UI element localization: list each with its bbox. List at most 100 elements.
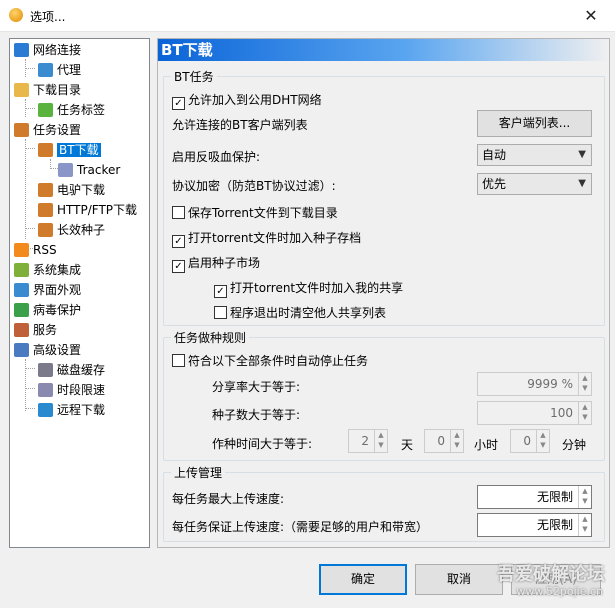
tree-item-label: 任务设置 bbox=[33, 123, 82, 137]
minutes-unit: 分钟 bbox=[562, 438, 587, 452]
tree-item[interactable]: 界面外观 bbox=[14, 281, 81, 299]
tree-item[interactable]: 病毒保护 bbox=[14, 301, 81, 319]
spinner-arrows[interactable]: ▲ ▼ bbox=[578, 514, 591, 536]
tree-item[interactable]: 长效种子 bbox=[38, 221, 105, 239]
tree-item[interactable]: 远程下载 bbox=[38, 401, 105, 419]
disk-icon bbox=[38, 363, 53, 377]
upload-group-title: 上传管理 bbox=[171, 464, 226, 481]
allow-dht-checkbox[interactable]: ✓ 允许加入到公用DHT网络 bbox=[172, 92, 322, 110]
clear-share-checkbox[interactable]: 程序退出时清空他人共享列表 bbox=[214, 305, 386, 321]
tree-connector-line bbox=[25, 108, 35, 109]
tree-item-label: 时段限速 bbox=[57, 383, 106, 397]
checkbox-checked[interactable]: ✓ bbox=[172, 97, 185, 110]
anti-leech-label: 启用反吸血保护: bbox=[172, 150, 261, 164]
ok-button[interactable]: 确定 bbox=[319, 564, 407, 595]
options-tree[interactable]: 网络连接代理下载目录任务标签任务设置 BT下载 Tracker 电驴下载 HTTP/FT… bbox=[9, 38, 150, 548]
tree-item[interactable]: 代理 bbox=[38, 61, 81, 79]
seed-market-checkbox[interactable]: ✓ 启用种子市场 bbox=[172, 255, 260, 273]
cube-icon bbox=[58, 163, 73, 177]
watermark-url: www.52pojie.cn bbox=[516, 585, 603, 598]
users-icon bbox=[14, 323, 29, 337]
tree-item-label: 高级设置 bbox=[33, 343, 82, 357]
encryption-select[interactable]: 优先 ▼ bbox=[477, 173, 592, 195]
days-unit: 天 bbox=[401, 438, 414, 452]
tree-item[interactable]: Tracker bbox=[58, 161, 120, 179]
tree-connector-line bbox=[25, 368, 35, 369]
checkbox-checked[interactable]: ✓ bbox=[214, 285, 227, 298]
checkbox-unchecked[interactable] bbox=[172, 206, 185, 219]
tree-item-label: BT下载 bbox=[57, 143, 101, 157]
auto-stop-checkbox[interactable]: 符合以下全部条件时自动停止任务 bbox=[172, 353, 368, 369]
clipboard-icon bbox=[38, 183, 53, 197]
checkbox-checked[interactable]: ✓ bbox=[172, 260, 185, 273]
anti-leech-select[interactable]: 自动 ▼ bbox=[477, 144, 592, 166]
guarantee-upload-label: 每任务保证上传速度:（需要足够的用户和带宽） bbox=[172, 520, 429, 534]
tree-item-label: 电驴下载 bbox=[57, 183, 106, 197]
watermark-text: 吾爱破解论坛 bbox=[497, 564, 605, 585]
tree-item[interactable]: RSS bbox=[14, 241, 57, 259]
save-torrent-checkbox[interactable]: 保存Torrent文件到下载目录 bbox=[172, 205, 338, 221]
minutes-input[interactable]: 0 ▲ ▼ bbox=[510, 429, 550, 453]
spinner-arrows[interactable]: ▲ ▼ bbox=[578, 373, 591, 395]
tree-item-label: 网络连接 bbox=[33, 43, 82, 57]
guarantee-upload-input[interactable]: 无限制 ▲ ▼ bbox=[477, 513, 592, 537]
spinner-arrows[interactable]: ▲ ▼ bbox=[374, 430, 387, 452]
tree-item[interactable]: 磁盘缓存 bbox=[38, 361, 105, 379]
tree-item[interactable]: 下载目录 bbox=[14, 81, 81, 99]
tree-item[interactable]: 时段限速 bbox=[38, 381, 105, 399]
tree-item-label: HTTP/FTP下载 bbox=[57, 203, 138, 217]
hours-input[interactable]: 0 ▲ ▼ bbox=[424, 429, 464, 453]
tree-item[interactable]: HTTP/FTP下载 bbox=[38, 201, 137, 219]
tree-item-label: Tracker bbox=[77, 163, 121, 177]
cancel-button[interactable]: 取消 bbox=[415, 564, 503, 595]
advanced-icon bbox=[14, 343, 29, 357]
tree-connector-line bbox=[25, 408, 35, 409]
title-bar: 选项... ✕ bbox=[0, 0, 615, 32]
add-archive-checkbox[interactable]: ✓ 打开torrent文件时加入种子存档 bbox=[172, 230, 361, 248]
client-list-button[interactable]: 客户端列表... bbox=[477, 110, 592, 137]
tree-item[interactable]: 服务 bbox=[14, 321, 57, 339]
checkbox-checked[interactable]: ✓ bbox=[172, 235, 185, 248]
tree-item-label: 磁盘缓存 bbox=[57, 363, 106, 377]
key-icon bbox=[38, 383, 53, 397]
clipboard-icon bbox=[38, 223, 53, 237]
tree-item[interactable]: 任务标签 bbox=[38, 101, 105, 119]
folder-icon bbox=[14, 83, 29, 97]
ratio-input[interactable]: 9999 % ▲ ▼ bbox=[477, 372, 592, 396]
tree-item[interactable]: 电驴下载 bbox=[38, 181, 105, 199]
remote-icon bbox=[38, 403, 53, 417]
spinner-arrows[interactable]: ▲ ▼ bbox=[536, 430, 549, 452]
tree-item[interactable]: BT下载 bbox=[38, 141, 101, 159]
close-icon: ✕ bbox=[584, 6, 598, 25]
tree-connector-line bbox=[25, 228, 35, 229]
max-upload-input[interactable]: 无限制 ▲ ▼ bbox=[477, 485, 592, 509]
integration-icon bbox=[14, 263, 29, 277]
tree-item-label: 病毒保护 bbox=[33, 303, 82, 317]
seeding-group-title: 任务做种规则 bbox=[171, 329, 250, 346]
ratio-label: 分享率大于等于: bbox=[212, 380, 301, 394]
spinner-arrows[interactable]: ▲ ▼ bbox=[578, 486, 591, 508]
days-input[interactable]: 2 ▲ ▼ bbox=[348, 429, 388, 453]
client-list-label: 允许连接的BT客户端列表 bbox=[172, 118, 308, 132]
hours-unit: 小时 bbox=[474, 438, 499, 452]
add-share-checkbox[interactable]: ✓ 打开torrent文件时加入我的共享 bbox=[214, 280, 403, 298]
close-button[interactable]: ✕ bbox=[571, 2, 611, 29]
spinner-arrows[interactable]: ▲ ▼ bbox=[450, 430, 463, 452]
tree-item[interactable]: 网络连接 bbox=[14, 41, 81, 59]
rss-icon bbox=[14, 243, 29, 257]
tree-item[interactable]: 任务设置 bbox=[14, 121, 81, 139]
seeds-input[interactable]: 100 ▲ ▼ bbox=[477, 401, 592, 425]
tree-connector-line bbox=[25, 359, 26, 411]
tree-item[interactable]: 高级设置 bbox=[14, 341, 81, 359]
tree-item-label: 长效种子 bbox=[57, 223, 106, 237]
tree-item-label: 远程下载 bbox=[57, 403, 106, 417]
seed-time-label: 作种时间大于等于: bbox=[212, 437, 313, 451]
tree-connector-line bbox=[25, 388, 35, 389]
tree-item-label: 任务标签 bbox=[57, 103, 106, 117]
max-upload-label: 每任务最大上传速度: bbox=[172, 492, 285, 506]
encryption-label: 协议加密（防范BT协议过滤）: bbox=[172, 179, 336, 193]
tree-item[interactable]: 系统集成 bbox=[14, 261, 81, 279]
spinner-arrows[interactable]: ▲ ▼ bbox=[578, 402, 591, 424]
checkbox-unchecked[interactable] bbox=[172, 354, 185, 367]
checkbox-unchecked[interactable] bbox=[214, 306, 227, 319]
